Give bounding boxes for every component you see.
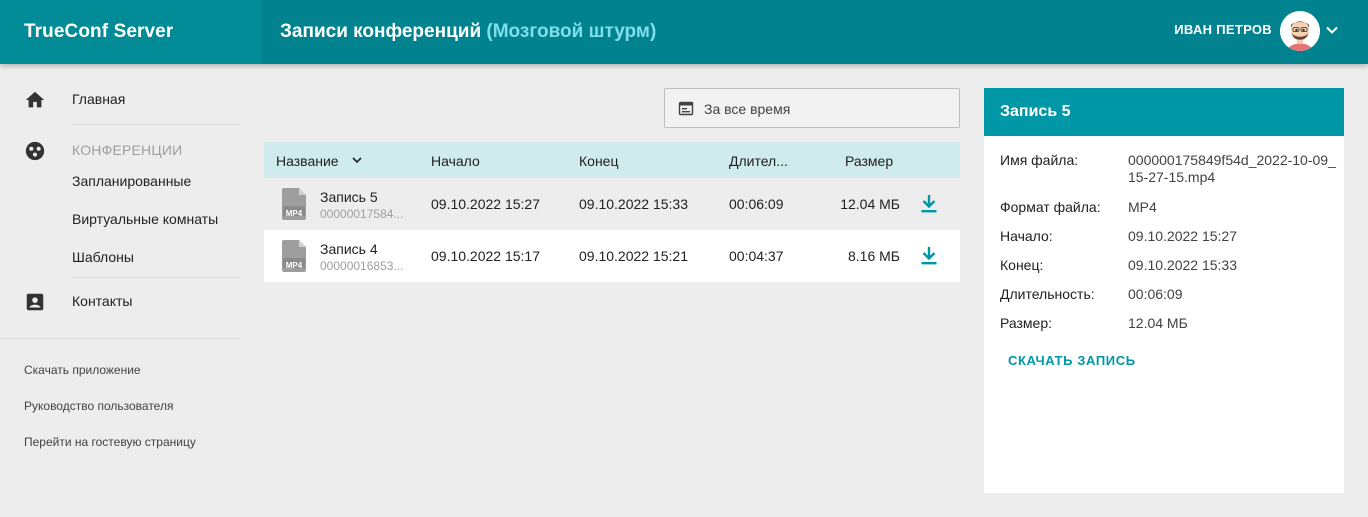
divider [72,277,240,278]
divider [0,338,240,339]
table-row[interactable]: MP4 Запись 5 00000017584... 09.10.2022 1… [264,178,960,230]
sidebar-item-virtual-rooms[interactable]: Виртуальные комнаты [72,211,218,227]
detail-value-end: 09.10.2022 15:33 [1128,257,1237,273]
sidebar-item-scheduled[interactable]: Запланированные [72,173,191,189]
recording-duration: 00:06:09 [729,196,784,212]
detail-value-start: 09.10.2022 15:27 [1128,228,1237,244]
guest-page-link[interactable]: Перейти на гостевую страницу [24,435,196,449]
sidebar-item-label: Главная [72,91,126,107]
home-icon [25,91,45,108]
detail-value-format: MP4 [1128,199,1157,215]
recording-file-id: 00000017584... [320,207,404,221]
avatar[interactable] [1280,11,1320,51]
column-header-end[interactable]: Конец [579,153,618,169]
recordings-table: Название Начало Конец Длител... Размер M… [264,142,960,282]
recording-duration: 00:04:37 [729,248,784,264]
detail-label-start: Начало: [1000,228,1053,244]
recording-size: 12.04 МБ [840,196,900,212]
app-header: TrueConf Server Записи конференций (Мозг… [0,0,1368,64]
file-format-badge: MP4 [285,261,303,270]
column-header-duration[interactable]: Длител... [729,153,788,169]
sidebar-section-conferences[interactable]: КОНФЕРЕНЦИИ [72,142,182,158]
column-header-start[interactable]: Начало [431,153,480,169]
download-icon[interactable] [920,194,938,214]
detail-label-end: Конец: [1000,257,1044,273]
user-name[interactable]: ИВАН ПЕТРОВ [1174,22,1272,37]
details-title: Запись 5 [1000,103,1071,120]
date-range-filter[interactable]: За все время [664,88,960,128]
detail-label-duration: Длительность: [1000,286,1095,302]
detail-value-filename: 000000175849f54d_2022-10-09_15-27-15.mp4 [1128,152,1336,185]
detail-value-size: 12.04 МБ [1128,315,1188,331]
user-guide-link[interactable]: Руководство пользователя [24,399,173,413]
calendar-icon [678,101,694,116]
download-recording-button[interactable]: СКАЧАТЬ ЗАПИСЬ [1008,353,1136,368]
page-title-main: Записи конференций [280,21,482,42]
page-title: Записи конференций (Мозговой штурм) [280,21,656,43]
detail-value-duration: 00:06:09 [1128,286,1183,302]
sidebar-item-label: Контакты [72,293,133,309]
details-header: Запись 5 [984,88,1344,136]
recording-end: 09.10.2022 15:21 [579,248,688,264]
contacts-icon [26,293,44,311]
detail-label-filename: Имя файла: [1000,152,1079,168]
divider [72,124,240,125]
sort-chevron-down-icon[interactable] [351,154,363,166]
download-icon[interactable] [920,246,938,266]
recording-name: Запись 4 [320,241,378,257]
recording-end: 09.10.2022 15:33 [579,196,688,212]
recording-start: 09.10.2022 15:27 [431,196,540,212]
brand-title: TrueConf Server [24,21,174,42]
recording-file-id: 00000016853... [320,259,404,273]
sidebar-item-home[interactable]: Главная [0,80,240,118]
sidebar: Главная КОНФЕРЕНЦИИ Запланированные Вирт… [0,64,263,517]
table-row[interactable]: MP4 Запись 4 00000016853... 09.10.2022 1… [264,230,960,282]
brand[interactable]: TrueConf Server [0,0,263,64]
detail-label-format: Формат файла: [1000,199,1101,215]
table-header: Название Начало Конец Длител... Размер [264,142,960,178]
download-app-link[interactable]: Скачать приложение [24,363,141,377]
recording-name: Запись 5 [320,189,378,205]
column-header-name[interactable]: Название [276,153,339,169]
column-header-size[interactable]: Размер [845,153,893,169]
recording-size: 8.16 МБ [848,248,900,264]
chevron-down-icon[interactable] [1324,22,1340,38]
sidebar-item-contacts[interactable]: Контакты [0,282,240,320]
page-title-conference: (Мозговой штурм) [486,21,657,42]
date-range-label: За все время [704,101,791,117]
file-format-badge: MP4 [285,209,303,218]
detail-label-size: Размер: [1000,315,1053,331]
recording-details-panel: Запись 5 Имя файла: 000000175849f54d_202… [984,88,1344,493]
recording-start: 09.10.2022 15:17 [431,248,540,264]
conferences-icon [25,141,45,161]
sidebar-item-templates[interactable]: Шаблоны [72,249,134,265]
